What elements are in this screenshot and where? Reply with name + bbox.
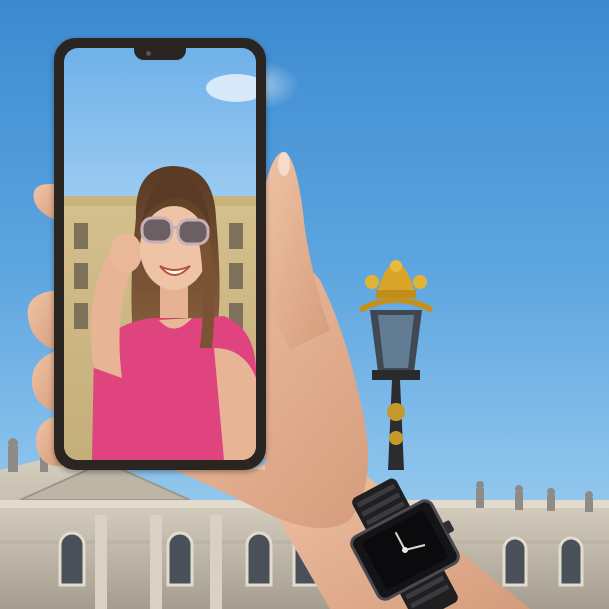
smartphone [54, 38, 266, 470]
selfie-preview [64, 74, 256, 460]
photo-scene [0, 0, 609, 609]
phone-screen [64, 48, 256, 460]
